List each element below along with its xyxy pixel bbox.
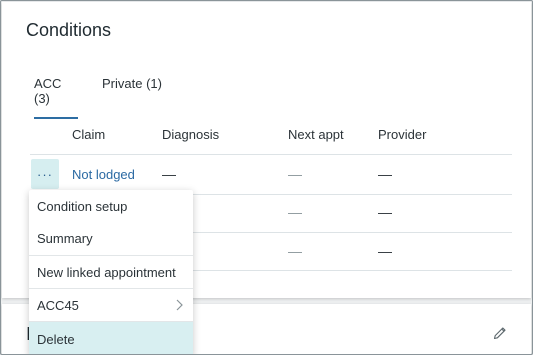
pencil-icon[interactable] (492, 325, 508, 341)
tab-private[interactable]: Private (1) (102, 76, 162, 91)
menu-item-delete[interactable]: Delete (29, 322, 193, 354)
table-divider (30, 154, 512, 155)
tab-acc[interactable]: ACC (3) (34, 76, 78, 119)
next-appt-value: — (288, 166, 302, 182)
provider-value: — (378, 243, 392, 259)
window-frame: Conditions ACC (3) Private (1) Claim Dia… (0, 0, 533, 355)
context-menu: Condition setup Summary New linked appoi… (29, 190, 193, 354)
provider-value: — (378, 204, 392, 220)
next-appt-value: — (288, 204, 302, 220)
column-header-diagnosis[interactable]: Diagnosis (162, 127, 219, 142)
menu-item-acc45[interactable]: ACC45 (29, 289, 193, 321)
menu-item-new-linked-appointment[interactable]: New linked appointment (29, 256, 193, 288)
more-options-button[interactable]: ··· (31, 159, 59, 189)
next-appt-value: — (288, 243, 302, 259)
diagnosis-value: — (162, 166, 176, 182)
card-title: Conditions (26, 20, 112, 40)
menu-item-acc45-label: ACC45 (37, 297, 79, 313)
chevron-right-icon (176, 299, 183, 311)
column-header-next-appt[interactable]: Next appt (288, 127, 344, 142)
menu-item-condition-setup[interactable]: Condition setup (29, 190, 193, 222)
claim-status-link[interactable]: Not lodged (72, 167, 135, 182)
column-header-claim[interactable]: Claim (72, 127, 105, 142)
menu-item-summary[interactable]: Summary (29, 222, 193, 255)
provider-value: — (378, 166, 392, 182)
column-header-provider[interactable]: Provider (378, 127, 426, 142)
